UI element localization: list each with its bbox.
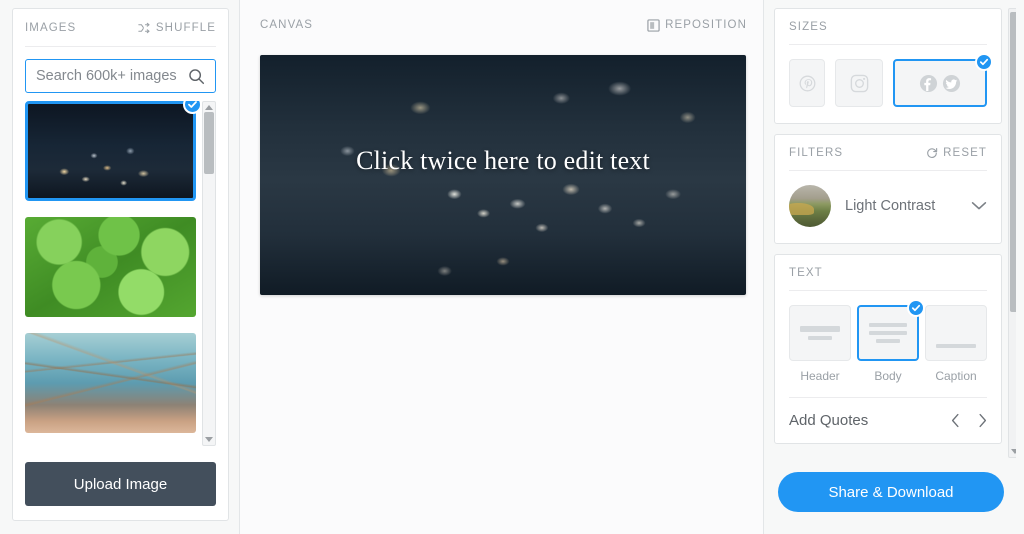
- text-style-caption-preview: [925, 305, 987, 361]
- filter-name-label: Light Contrast: [845, 198, 936, 214]
- text-header: TEXT: [789, 255, 987, 291]
- thumbnail-scroll-area: [25, 101, 216, 452]
- quotes-navigation: [951, 413, 987, 428]
- reposition-label: REPOSITION: [665, 19, 747, 31]
- chevron-down-icon[interactable]: [971, 201, 987, 211]
- chevron-left-icon[interactable]: [951, 413, 960, 428]
- filter-preview-thumbnail: [789, 185, 831, 227]
- settings-scroll-thumb[interactable]: [1010, 12, 1016, 312]
- preview-line: [869, 331, 907, 335]
- preview-line: [876, 339, 900, 343]
- canvas-editable-text[interactable]: Click twice here to edit text: [260, 146, 746, 176]
- text-style-options: Header Body Caption: [789, 291, 987, 389]
- scroll-down-arrow-icon[interactable]: [205, 437, 213, 442]
- search-icon[interactable]: [188, 68, 205, 85]
- text-title: TEXT: [789, 266, 823, 279]
- search-input[interactable]: [36, 68, 188, 84]
- settings-stack: SIZES FILTERS RESET Light Contrast TEXT …: [774, 8, 1008, 458]
- share-section: Share & Download: [774, 458, 1016, 524]
- thumbnail-green-clover-leaves[interactable]: [25, 217, 196, 317]
- text-style-body-preview: [857, 299, 925, 361]
- reset-filters-button[interactable]: RESET: [926, 147, 987, 159]
- size-option-instagram[interactable]: [835, 59, 883, 107]
- shuffle-icon: [138, 22, 150, 33]
- pinterest-icon: [799, 75, 815, 91]
- instagram-icon: [850, 74, 868, 92]
- preview-line: [936, 344, 976, 348]
- images-scroll-thumb[interactable]: [204, 112, 214, 174]
- shuffle-button[interactable]: SHUFFLE: [138, 22, 216, 34]
- shuffle-label: SHUFFLE: [155, 21, 216, 34]
- canvas-image[interactable]: Click twice here to edit text: [260, 55, 746, 295]
- scroll-down-arrow-icon[interactable]: [1011, 449, 1016, 454]
- search-section: [25, 47, 216, 101]
- images-scrollbar[interactable]: [202, 101, 216, 446]
- filters-card: FILTERS RESET Light Contrast: [774, 134, 1002, 244]
- reposition-button[interactable]: REPOSITION: [647, 18, 747, 32]
- images-panel-header: IMAGES SHUFFLE: [25, 9, 216, 47]
- text-style-caption-label: Caption: [935, 369, 977, 383]
- sizes-title: SIZES: [789, 20, 828, 33]
- filters-header: FILTERS RESET: [789, 135, 987, 171]
- canvas-panel: CANVAS REPOSITION Click twice here to ed…: [240, 0, 764, 534]
- size-option-pinterest[interactable]: [789, 59, 825, 107]
- sizes-card: SIZES: [774, 8, 1002, 124]
- upload-image-button[interactable]: Upload Image: [25, 462, 216, 506]
- settings-sidebar: SIZES FILTERS RESET Light Contrast TEXT …: [764, 0, 1024, 534]
- sizes-header: SIZES: [789, 9, 987, 45]
- images-card: IMAGES SHUFFLE Search 600k+ images Uploa…: [12, 8, 229, 521]
- reposition-icon: [647, 18, 660, 32]
- settings-scrollbar[interactable]: [1008, 8, 1016, 458]
- chevron-right-icon[interactable]: [978, 413, 987, 428]
- search-box[interactable]: [25, 59, 216, 93]
- add-quotes-label[interactable]: Add Quotes: [789, 412, 868, 429]
- images-sidebar: IMAGES SHUFFLE Search 600k+ images Uploa…: [0, 0, 240, 534]
- selected-check-icon: [975, 53, 993, 71]
- reset-icon: [927, 147, 938, 158]
- preview-line: [807, 336, 833, 340]
- preview-line: [869, 323, 907, 327]
- preview-line: [800, 326, 840, 332]
- filters-title: FILTERS: [789, 146, 844, 159]
- images-panel-title: IMAGES: [25, 21, 77, 34]
- size-option-facebook-twitter[interactable]: [893, 53, 993, 107]
- text-style-header-label: Header: [800, 369, 840, 383]
- twitter-icon: [942, 74, 961, 92]
- thumbnail-list: [25, 101, 202, 446]
- settings-scroll-area: SIZES FILTERS RESET Light Contrast TEXT …: [774, 8, 1016, 458]
- thumbnail-night-city-street[interactable]: [25, 101, 202, 201]
- selected-check-icon: [183, 101, 202, 114]
- text-style-body-label: Body: [874, 369, 902, 383]
- canvas-stage: Click twice here to edit text: [260, 42, 747, 295]
- filter-selector[interactable]: Light Contrast: [789, 171, 987, 243]
- share-and-download-button[interactable]: Share & Download: [778, 472, 1004, 512]
- text-card: TEXT Header Body Caption Add Quotes: [774, 254, 1002, 444]
- text-style-body[interactable]: Body: [857, 299, 925, 383]
- text-style-header-preview: [789, 305, 851, 361]
- text-style-header[interactable]: Header: [789, 305, 851, 383]
- text-style-caption[interactable]: Caption: [925, 305, 987, 383]
- add-quotes-row: Add Quotes: [789, 397, 987, 443]
- canvas-panel-header: CANVAS REPOSITION: [260, 8, 747, 42]
- images-scroll-track[interactable]: [203, 110, 215, 437]
- upload-section: Upload Image: [25, 452, 216, 520]
- thumbnail-grass-against-sky[interactable]: [25, 333, 196, 433]
- image-editor-app: IMAGES SHUFFLE Search 600k+ images Uploa…: [0, 0, 1024, 534]
- selected-check-icon: [907, 299, 925, 317]
- reset-label: RESET: [943, 146, 987, 159]
- settings-scroll-track[interactable]: [1009, 12, 1016, 449]
- canvas-panel-title: CANVAS: [260, 19, 314, 31]
- sizes-options: [789, 45, 993, 123]
- facebook-icon: [919, 74, 938, 92]
